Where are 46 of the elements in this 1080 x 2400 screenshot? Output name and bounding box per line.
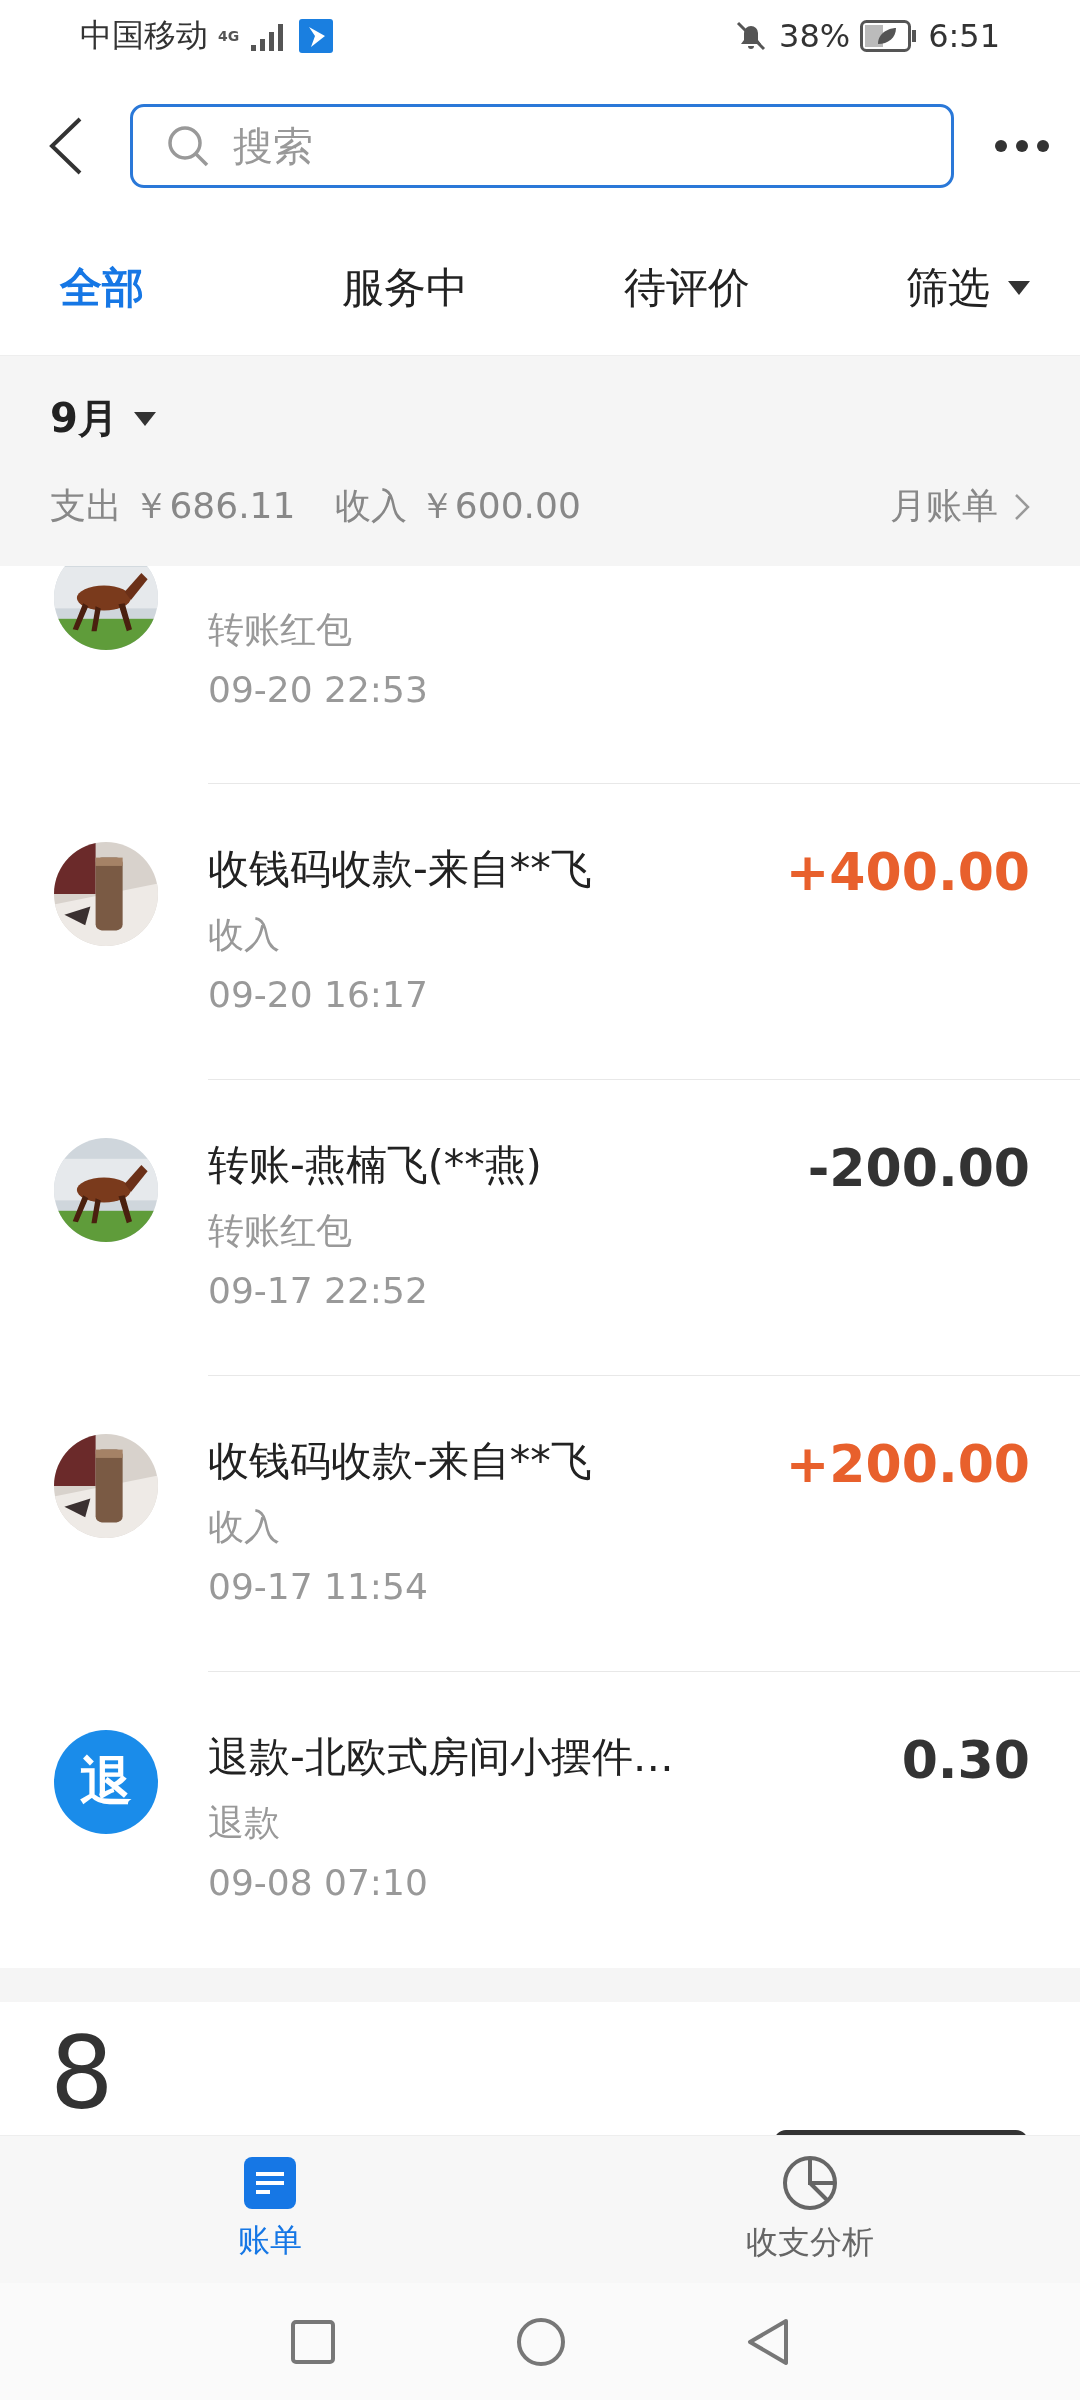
more-icon[interactable] bbox=[994, 139, 1050, 153]
transaction-amount: +200.00 bbox=[785, 1434, 1030, 1496]
transaction-category: 退款 bbox=[208, 1801, 281, 1845]
chevron-right-icon bbox=[1014, 492, 1030, 521]
transaction-time: 09-20 22:53 bbox=[208, 669, 429, 710]
dropdown-icon bbox=[1008, 280, 1030, 295]
filter-tab[interactable]: 待评价 bbox=[624, 259, 906, 316]
transaction-category: 收入 bbox=[208, 1505, 281, 1549]
refund-badge: 退 bbox=[54, 1730, 158, 1834]
transaction-amount: +400.00 bbox=[785, 842, 1030, 904]
filter-tab[interactable]: 服务中 bbox=[342, 259, 624, 316]
income-total: 收入 ￥600.00 bbox=[335, 484, 581, 528]
pie-chart-icon bbox=[782, 2154, 838, 2211]
search-field[interactable]: 搜索 bbox=[130, 104, 954, 188]
back-nav-icon[interactable] bbox=[746, 2316, 790, 2367]
carrier-name: 中国移动 bbox=[80, 15, 208, 56]
network-type: 4G bbox=[218, 28, 240, 44]
search-icon bbox=[166, 124, 210, 168]
filter-dropdown[interactable]: 筛选 bbox=[906, 259, 1050, 316]
month-selector[interactable]: 9月 bbox=[50, 391, 1030, 446]
transaction-title[interactable]: 转账-燕楠飞(**燕) bbox=[208, 1138, 808, 1193]
battery-icon bbox=[860, 20, 919, 52]
transaction-amount: 0.30 bbox=[901, 1730, 1030, 1792]
bottom-tab[interactable]: 收支分析 bbox=[540, 2136, 1080, 2283]
clock-time: 6:51 bbox=[928, 17, 1000, 55]
transaction-category: 转账红包 bbox=[208, 1209, 353, 1253]
transaction-time: 09-17 11:54 bbox=[208, 1566, 429, 1607]
transaction-title[interactable]: 收钱码收款-来自**飞 bbox=[208, 1434, 786, 1489]
transaction-category: 转账红包 bbox=[208, 608, 353, 652]
bottom-tab[interactable]: 账单 bbox=[0, 2136, 540, 2283]
dropdown-icon bbox=[133, 411, 156, 426]
month-number: 8 bbox=[50, 2024, 114, 2124]
transaction-category: 收入 bbox=[208, 913, 281, 957]
transaction-title[interactable]: 退款-北欧式房间小摆件… bbox=[208, 1730, 902, 1785]
filter-tab[interactable]: 全部 bbox=[60, 259, 342, 316]
transaction-time: 09-17 22:52 bbox=[208, 1270, 429, 1311]
bill-icon bbox=[244, 2156, 296, 2209]
home-icon[interactable] bbox=[516, 2316, 566, 2367]
expense-total: 支出 ￥686.11 bbox=[50, 484, 296, 528]
transaction-time: 09-08 07:10 bbox=[208, 1862, 429, 1903]
transaction-time: 09-20 16:17 bbox=[208, 974, 429, 1015]
transaction-amount: -200.00 bbox=[807, 1138, 1030, 1200]
recent-apps-icon[interactable] bbox=[290, 2318, 336, 2365]
app-notification-icon bbox=[299, 19, 334, 53]
battery-percent: 38% bbox=[779, 17, 851, 55]
transaction-title[interactable]: 收钱码收款-来自**飞 bbox=[208, 842, 786, 897]
